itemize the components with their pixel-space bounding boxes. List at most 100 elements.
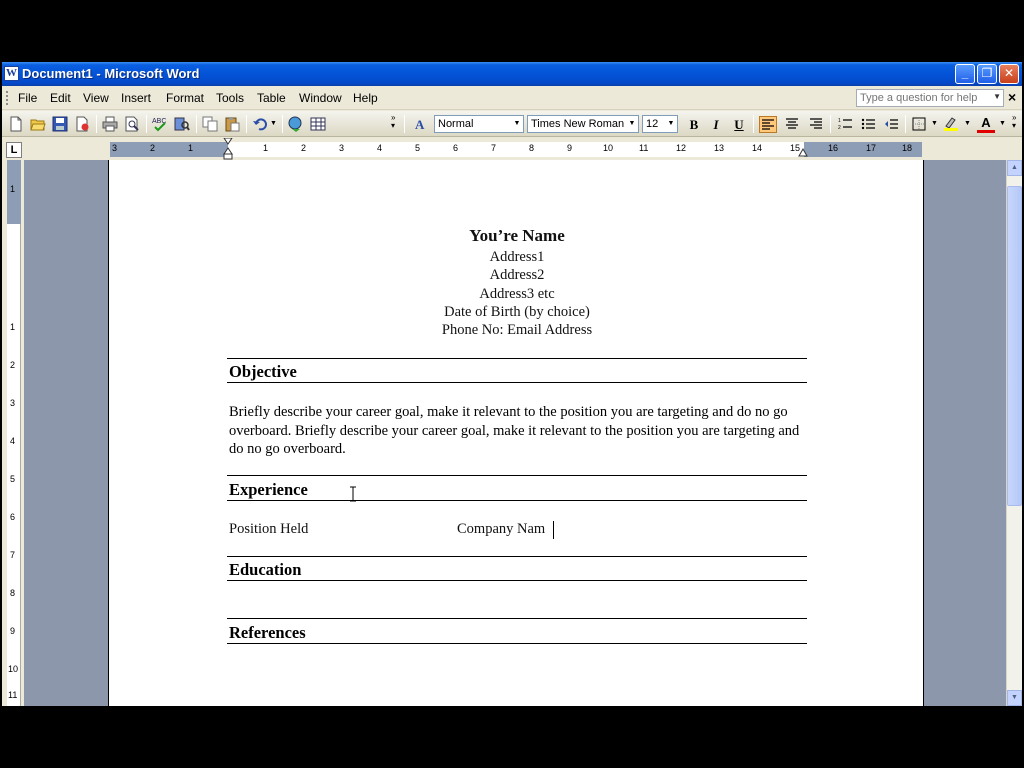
help-dropdown-icon[interactable]: ▼ xyxy=(993,92,1001,101)
scroll-thumb[interactable] xyxy=(1007,186,1022,506)
menu-bar: File Edit View Insert Format Tools Table… xyxy=(2,86,1022,110)
vertical-ruler-number: 1 xyxy=(10,184,16,194)
ruler-number: 18 xyxy=(902,143,913,153)
menu-format[interactable]: Format xyxy=(166,91,204,105)
font-size-dropdown-arrow-icon[interactable]: ▼ xyxy=(665,116,677,132)
vertical-ruler-number: 8 xyxy=(10,588,16,598)
tab-selector-button[interactable]: L xyxy=(6,142,22,158)
borders-button[interactable] xyxy=(910,116,928,133)
font-dropdown[interactable]: Times New Roman ▼ xyxy=(527,115,639,133)
ruler-number: 7 xyxy=(491,143,497,153)
scroll-up-button[interactable]: ▲ xyxy=(1007,160,1022,176)
toolbar-separator xyxy=(282,115,283,133)
window-title: Document1 - Microsoft Word xyxy=(22,66,200,81)
position-held-label: Position Held xyxy=(229,521,309,537)
vertical-ruler-number: 4 xyxy=(10,436,16,446)
objective-paragraph: Briefly describe your career goal, make … xyxy=(229,404,800,457)
document-close-button[interactable]: × xyxy=(1008,89,1016,105)
menu-table[interactable]: Table xyxy=(257,91,286,105)
indent-marker-icon[interactable] xyxy=(223,138,233,160)
menu-edit[interactable]: Edit xyxy=(50,91,71,105)
ruler-number: 10 xyxy=(603,143,614,153)
vertical-scrollbar[interactable]: ▲ ▼ xyxy=(1006,160,1022,706)
spelling-grammar-icon[interactable]: ABC xyxy=(152,116,168,132)
research-icon[interactable] xyxy=(174,116,190,132)
toolbar-separator xyxy=(146,115,147,133)
align-right-icon xyxy=(810,118,822,129)
bullets-button[interactable] xyxy=(859,116,877,133)
underline-button[interactable]: U xyxy=(730,116,748,133)
toolbar-separator xyxy=(753,115,754,133)
undo-icon[interactable] xyxy=(252,116,268,132)
center-button[interactable] xyxy=(783,116,801,133)
toolbar-separator xyxy=(96,115,97,133)
ruler-number: 1 xyxy=(188,143,194,153)
ruler-number: 2 xyxy=(301,143,307,153)
company-name-label: Company Nam xyxy=(457,521,546,537)
close-button[interactable]: ✕ xyxy=(999,64,1019,84)
scroll-down-button[interactable]: ▼ xyxy=(1007,690,1022,706)
hyperlink-icon[interactable] xyxy=(288,116,304,132)
help-question-box[interactable]: ▼ xyxy=(856,89,1004,107)
copy-icon[interactable] xyxy=(202,116,218,132)
permission-icon[interactable] xyxy=(74,116,90,132)
numbering-button[interactable]: 12 xyxy=(836,116,854,133)
open-folder-icon[interactable] xyxy=(30,116,46,132)
bullets-icon xyxy=(861,118,875,130)
right-indent-marker-icon[interactable] xyxy=(798,146,808,157)
style-dropdown[interactable]: Normal ▼ xyxy=(434,115,524,133)
print-preview-icon[interactable] xyxy=(124,116,140,132)
vertical-ruler[interactable]: 1 1 2 3 4 5 6 7 8 9 10 11 xyxy=(7,160,21,706)
font-size-dropdown[interactable]: 12 ▼ xyxy=(642,115,678,133)
bold-button[interactable]: B xyxy=(685,116,703,133)
word-app-icon[interactable]: W xyxy=(4,66,19,81)
ruler-number: 11 xyxy=(639,143,649,153)
vertical-ruler-number: 7 xyxy=(10,550,16,560)
menu-file[interactable]: File xyxy=(18,91,37,105)
menu-help[interactable]: Help xyxy=(353,91,378,105)
table-icon[interactable] xyxy=(310,116,326,132)
font-value: Times New Roman xyxy=(531,118,625,130)
menu-grip[interactable] xyxy=(6,91,9,105)
menu-view[interactable]: View xyxy=(83,91,109,105)
paste-icon[interactable] xyxy=(224,116,240,132)
horizontal-ruler[interactable]: 3 2 1 1 2 3 4 5 6 7 8 9 10 11 12 13 14 1… xyxy=(110,138,922,160)
style-dropdown-arrow-icon[interactable]: ▼ xyxy=(511,116,523,132)
vertical-ruler-number: 1 xyxy=(10,322,16,332)
font-color-dropdown-icon[interactable]: ▼ xyxy=(999,120,1006,127)
print-icon[interactable] xyxy=(102,116,118,132)
align-left-button[interactable] xyxy=(759,116,777,133)
toolbar-separator xyxy=(830,115,831,133)
word-window: W Document1 - Microsoft Word _ ❐ ✕ File … xyxy=(2,62,1022,706)
numbering-icon: 12 xyxy=(838,118,852,131)
ruler-number: 3 xyxy=(339,143,345,153)
highlight-dropdown-icon[interactable]: ▼ xyxy=(964,120,971,127)
title-bar[interactable]: W Document1 - Microsoft Word _ ❐ ✕ xyxy=(2,62,1022,86)
highlight-button[interactable] xyxy=(942,116,960,133)
undo-dropdown-icon[interactable]: ▼ xyxy=(270,120,277,127)
decrease-indent-button[interactable] xyxy=(882,116,900,133)
font-dropdown-arrow-icon[interactable]: ▼ xyxy=(626,116,638,132)
styles-formatting-icon[interactable]: A xyxy=(414,116,430,132)
save-icon[interactable] xyxy=(52,116,68,132)
borders-dropdown-icon[interactable]: ▼ xyxy=(931,120,938,127)
ruler-number: 5 xyxy=(415,143,421,153)
minimize-button[interactable]: _ xyxy=(955,64,975,84)
formatting-toolbar-options-icon[interactable]: » ▾ xyxy=(1012,114,1016,130)
align-right-button[interactable] xyxy=(807,116,825,133)
menu-tools[interactable]: Tools xyxy=(216,91,244,105)
document-page[interactable]: You’re Name Address1 Address2 Address3 e… xyxy=(108,160,924,706)
section-rule xyxy=(227,618,807,619)
menu-window[interactable]: Window xyxy=(299,91,342,105)
toolbar: ABC ▼ » ▾ A Normal ▼ Times New Roman ▼ 12… xyxy=(2,111,1022,137)
vertical-ruler-number: 2 xyxy=(10,360,16,370)
new-document-icon[interactable] xyxy=(8,116,24,132)
restore-button[interactable]: ❐ xyxy=(977,64,997,84)
font-color-button[interactable]: A xyxy=(977,116,995,133)
help-question-input[interactable] xyxy=(857,90,985,106)
menu-insert[interactable]: Insert xyxy=(121,91,151,105)
italic-button[interactable]: I xyxy=(707,116,725,133)
toolbar-options-icon[interactable]: » ▾ xyxy=(391,114,395,130)
font-size-value: 12 xyxy=(646,118,659,130)
education-heading: Education xyxy=(229,560,302,579)
